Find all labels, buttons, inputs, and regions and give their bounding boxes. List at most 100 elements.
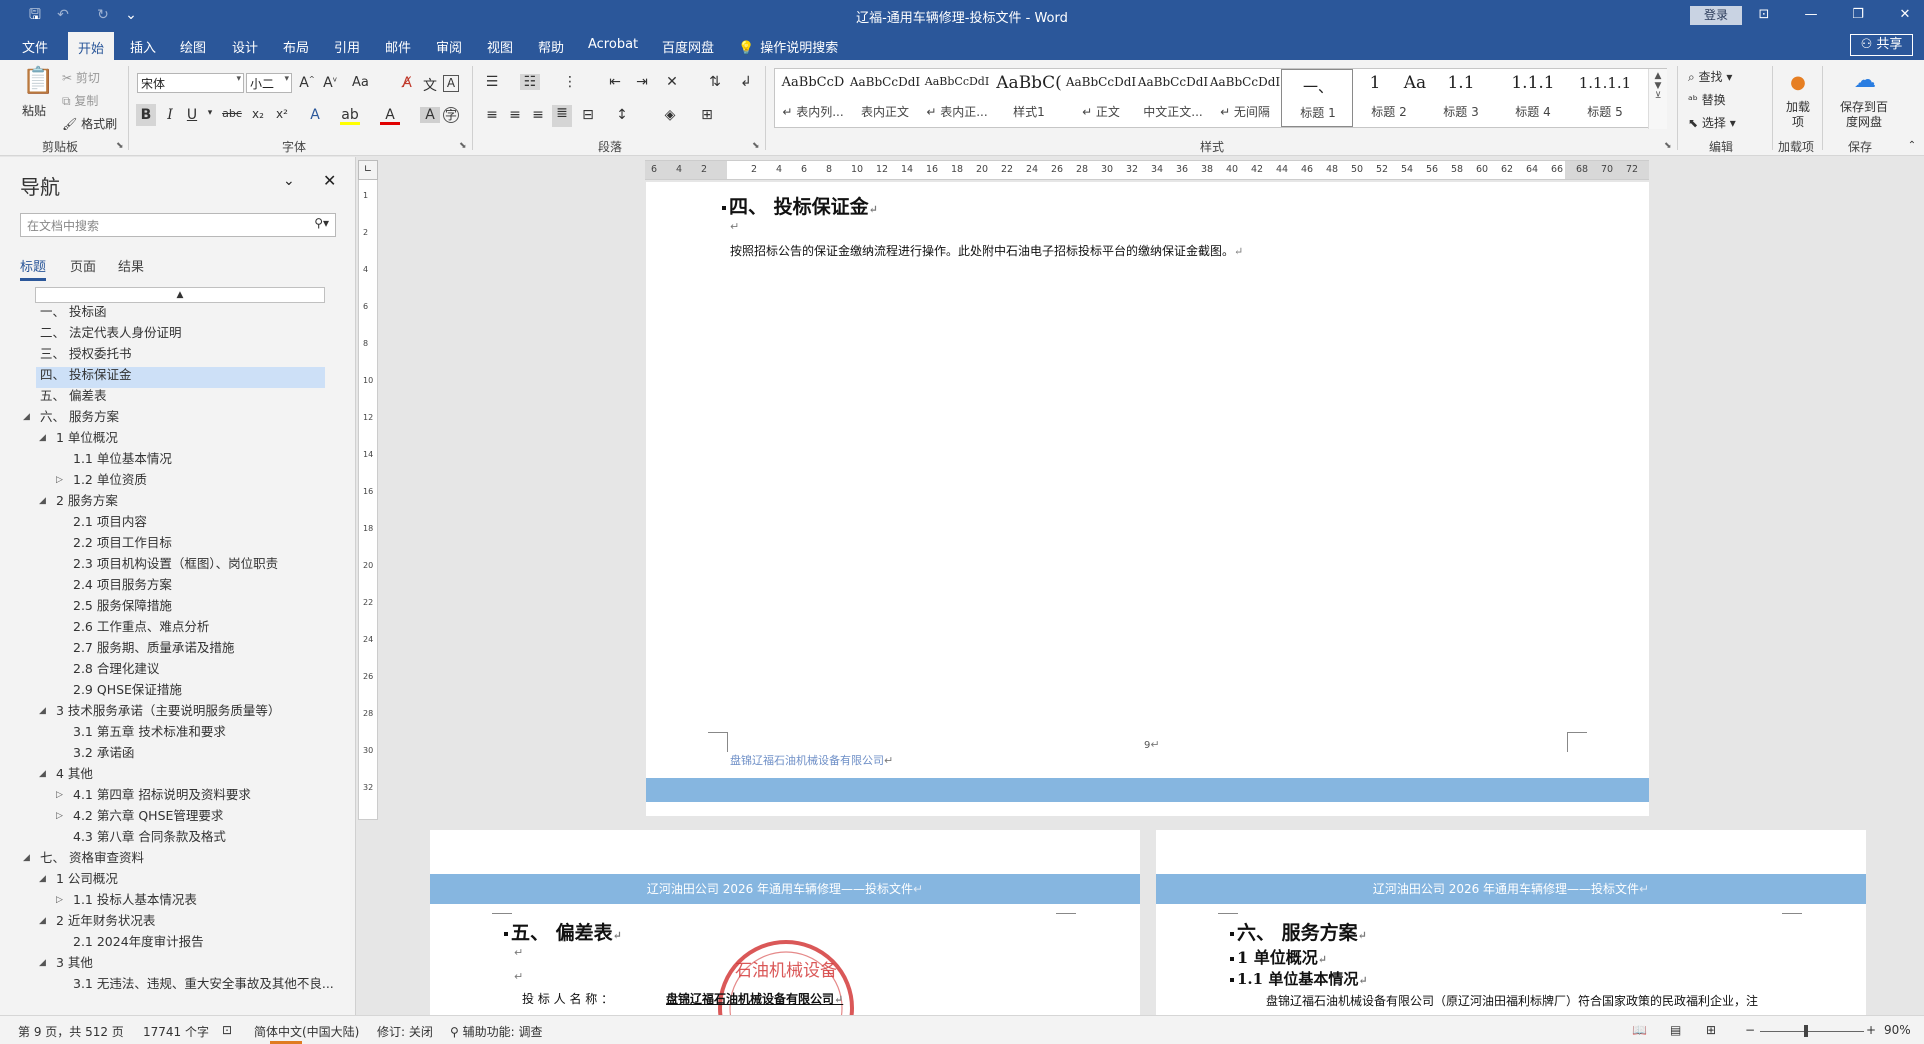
expand-triangle-icon[interactable]: ◢ (39, 764, 46, 784)
nav-heading-item[interactable]: 2.1 2024年度审计报告 (73, 932, 204, 952)
tab-view[interactable]: 视图 (487, 37, 513, 56)
save-to-baidu-button[interactable]: 保存到百度网盘 (1836, 100, 1892, 130)
nav-heading-item[interactable]: ◢ 2 近年财务状况表 (39, 911, 155, 931)
align-left-icon[interactable]: ≡ (482, 107, 502, 123)
track-changes[interactable]: 修订: 关闭 (377, 1023, 433, 1040)
accessibility[interactable]: ⚲ 辅助功能: 调查 (450, 1023, 542, 1040)
underline-icon[interactable]: U (182, 107, 202, 123)
char-border-icon[interactable]: A (443, 75, 459, 92)
body-paragraph[interactable]: 按照招标公告的保证金缴纳流程进行操作。此处附中石油电子招标投标平台的缴纳保证金截… (730, 242, 1243, 259)
line-spacing-icon[interactable]: ↕ (612, 107, 632, 123)
font-name-combo[interactable]: 宋体 ▾ (137, 73, 244, 93)
expand-triangle-icon[interactable]: ◢ (39, 869, 46, 889)
restore-icon[interactable]: ❐ (1844, 4, 1872, 26)
read-mode-icon[interactable]: 📖 (1632, 1023, 1647, 1037)
chevron-down-icon[interactable]: ⌄ (283, 173, 295, 189)
nav-tab-results[interactable]: 结果 (118, 256, 144, 275)
nav-heading-item[interactable]: ▷ 1.1 投标人基本情况表 (56, 890, 197, 910)
nav-heading-item[interactable]: 4.3 第八章 合同条款及格式 (73, 827, 226, 847)
body-paragraph[interactable]: 盘锦辽福石油机械设备有限公司（原辽河油田福利标牌厂）符合国家政策的民政福利企业，… (1266, 992, 1758, 1009)
style-item[interactable]: AaBbCcDdI 中文正文... (1137, 69, 1209, 127)
shading-icon[interactable]: ◈ (660, 107, 680, 123)
nav-heading-item[interactable]: ◢ 六、 服务方案 (23, 407, 119, 427)
style-item[interactable]: 1.1.1.1 标题 5 (1569, 69, 1641, 127)
paste-button[interactable]: 粘贴 (22, 102, 46, 119)
tab-draw[interactable]: 绘图 (180, 37, 206, 56)
tab-help[interactable]: 帮助 (538, 37, 564, 56)
page-heading[interactable]: 六、 服务方案↵ (1230, 918, 1367, 945)
replace-button[interactable]: ᵃᵇ 替换 (1688, 91, 1726, 108)
italic-icon[interactable]: I (160, 107, 180, 123)
addins-button[interactable]: 加载项 (1786, 100, 1810, 130)
tell-me-search[interactable]: 💡 操作说明搜索 (738, 37, 838, 56)
distributed-icon[interactable]: ⊟ (578, 107, 598, 123)
expand-triangle-icon[interactable]: ◢ (39, 428, 46, 448)
expand-triangle-icon[interactable]: ◢ (23, 848, 30, 868)
tab-selector[interactable]: ∟ (358, 160, 378, 180)
page-count[interactable]: 第 9 页，共 512 页 (18, 1023, 124, 1040)
nav-heading-item[interactable]: ◢ 4 其他 (39, 764, 93, 784)
nav-heading-item[interactable]: 一、 投标函 (40, 302, 106, 322)
style-item[interactable]: AaBbCcD ↵ 表内列... (777, 69, 849, 127)
align-right-icon[interactable]: ≡ (528, 107, 548, 123)
style-item[interactable]: AaBbCcDdI ↵ 表内正... (921, 69, 993, 127)
tab-home[interactable]: 开始 (68, 32, 115, 60)
nav-heading-item[interactable]: ▷ 4.2 第六章 QHSE管理要求 (56, 806, 223, 826)
copy-button[interactable]: ⧉ 复制 (62, 92, 98, 109)
share-button[interactable]: ⚇ 共享 (1850, 34, 1913, 56)
ribbon-display-options-icon[interactable]: ⊡ (1750, 4, 1778, 26)
change-case-button[interactable]: Aa (352, 75, 369, 90)
bullets-icon[interactable]: ☰ (482, 74, 502, 90)
nav-heading-item[interactable]: 2.9 QHSE保证措施 (73, 680, 182, 700)
tab-references[interactable]: 引用 (334, 37, 360, 56)
collapsed-triangle-icon[interactable]: ▷ (56, 470, 63, 490)
web-layout-icon[interactable]: ⊞ (1706, 1023, 1716, 1037)
minimize-icon[interactable]: — (1797, 4, 1825, 26)
style-item[interactable]: AaBbCcDdI ↵ 正文 (1065, 69, 1137, 127)
multilevel-list-icon[interactable]: ⋮ (560, 74, 580, 90)
enclose-char-icon[interactable]: 字 (443, 107, 459, 123)
bold-icon[interactable]: B (136, 104, 156, 126)
highlight-color-icon[interactable]: ab (340, 107, 360, 125)
nav-heading-item[interactable]: ▷ 1.2 单位资质 (56, 470, 147, 490)
nav-heading-item[interactable]: ◢ 3 技术服务承诺（主要说明服务质量等） (39, 701, 280, 721)
style-item[interactable]: AaBbCcDdI 表内正文 (849, 69, 921, 127)
paragraph-launcher-icon[interactable]: ⬊ (752, 141, 760, 151)
nav-heading-item[interactable]: ◢ 七、 资格审查资料 (23, 848, 144, 868)
nav-heading-item[interactable]: ◢ 1 公司概况 (39, 869, 118, 889)
gallery-more-button[interactable]: ▲ ▼ ⊻ (1648, 69, 1667, 129)
expand-triangle-icon[interactable]: ◢ (39, 953, 46, 973)
collapsed-triangle-icon[interactable]: ▷ (56, 806, 63, 826)
align-center-icon[interactable]: ≡ (505, 107, 525, 123)
pinyin-guide-icon[interactable]: 文 (420, 75, 440, 95)
search-icon[interactable]: ⚲▾ (314, 216, 329, 230)
addin-icon[interactable]: ● (1788, 72, 1808, 93)
style-item[interactable]: 1.1 标题 3 (1425, 69, 1497, 127)
tab-file[interactable]: 文件 (22, 37, 48, 56)
numbering-icon[interactable]: ☷ (520, 74, 540, 90)
collapsed-triangle-icon[interactable]: ▷ (56, 890, 63, 910)
login-button[interactable]: 登录 (1690, 6, 1742, 25)
char-shading-icon[interactable]: A (420, 107, 440, 123)
page-heading[interactable]: 四、 投标保证金↵ (722, 192, 878, 219)
decrease-indent-icon[interactable]: ⇤ (605, 74, 625, 90)
tab-mailings[interactable]: 邮件 (385, 37, 411, 56)
document-page[interactable]: 辽河油田公司 2026 年通用车辆修理——投标文件↵ 六、 服务方案↵ 1 单位… (1156, 830, 1866, 1016)
tab-design[interactable]: 设计 (232, 37, 258, 56)
nav-heading-item[interactable]: ◢ 2 服务方案 (39, 491, 118, 511)
zoom-level[interactable]: 90% (1884, 1023, 1911, 1037)
chevron-down-icon[interactable]: ▾ (200, 108, 220, 118)
paste-icon[interactable]: 📋 (22, 66, 54, 96)
nav-heading-item[interactable]: ▷ 4.1 第四章 招标说明及资料要求 (56, 785, 251, 805)
style-item[interactable]: AaBbC(样式1 (993, 69, 1065, 127)
nav-heading-item[interactable]: 2.6 工作重点、难点分析 (73, 617, 209, 637)
cloud-icon[interactable]: ☁ (1852, 68, 1878, 93)
style-item[interactable]: 1.1.1 标题 4 (1497, 69, 1569, 127)
tab-review[interactable]: 审阅 (436, 37, 462, 56)
font-launcher-icon[interactable]: ⬊ (459, 141, 467, 151)
strikethrough-icon[interactable]: abc (222, 107, 242, 120)
format-painter-button[interactable]: 🖌 格式刷 (62, 115, 117, 132)
zoom-in-icon[interactable]: + (1866, 1023, 1876, 1037)
print-layout-icon[interactable]: ▤ (1670, 1023, 1681, 1037)
style-item[interactable]: AaBbCcDdI ↵ 无间隔 (1209, 69, 1281, 127)
